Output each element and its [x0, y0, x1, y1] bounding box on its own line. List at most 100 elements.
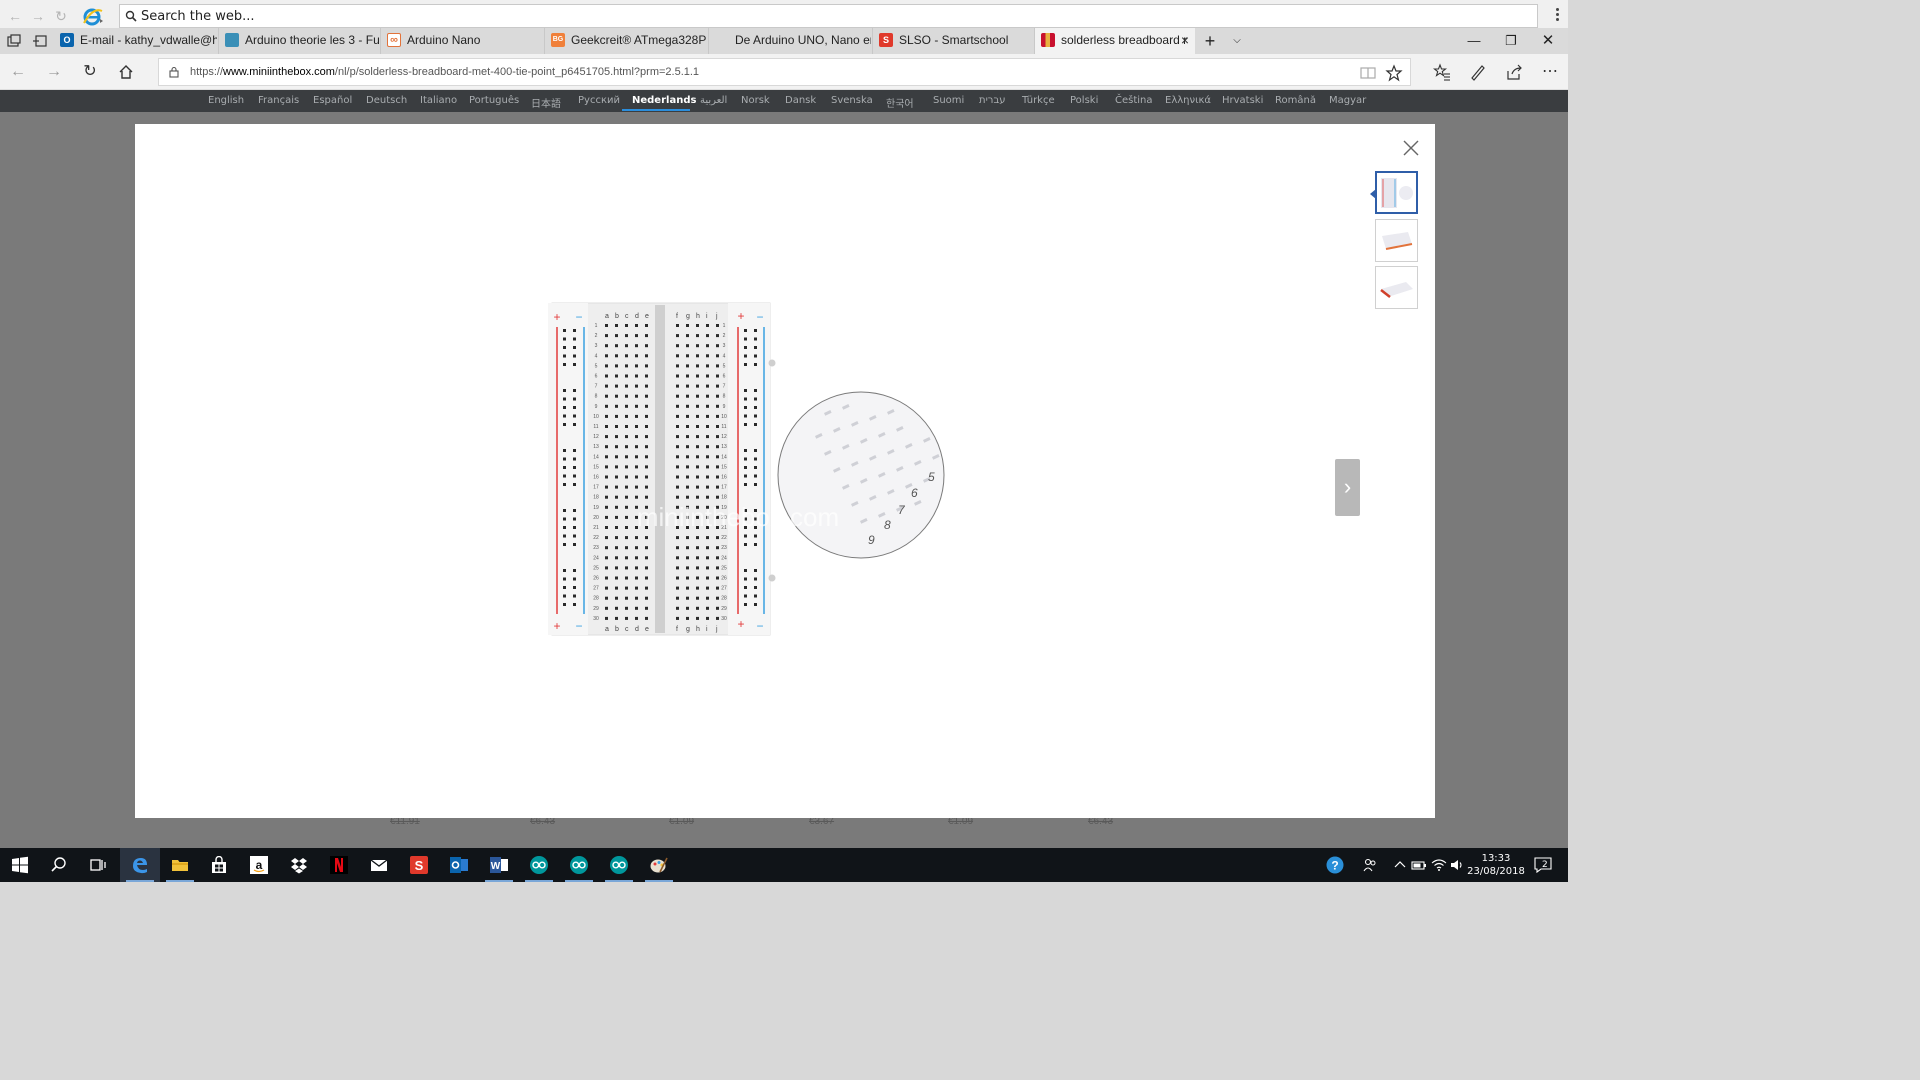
favorites-hub-icon[interactable]: [1433, 63, 1451, 81]
start-icon: [12, 856, 28, 874]
tab-preview-chevron-icon[interactable]: ⌵: [1222, 28, 1252, 54]
tray-chevron-up-icon[interactable]: [1392, 857, 1408, 873]
tab-arduino-nano[interactable]: ∞ Arduino Nano: [380, 28, 543, 54]
toolbar-forward-icon[interactable]: →: [29, 6, 47, 26]
taskbar-file-explorer[interactable]: [160, 848, 200, 882]
lang-greek[interactable]: Ελληνικά: [1165, 95, 1211, 106]
taskbar-amazon[interactable]: a: [239, 848, 279, 882]
share-icon[interactable]: [1505, 63, 1523, 81]
close-icon[interactable]: [1399, 136, 1423, 160]
lang-nederlands[interactable]: Nederlands: [632, 95, 696, 106]
wifi-icon[interactable]: [1431, 857, 1447, 873]
column-label: a: [605, 313, 609, 320]
column-label: g: [686, 313, 690, 320]
row-number: 16: [721, 475, 727, 481]
column-label: d: [635, 313, 639, 320]
taskbar-arduino-3[interactable]: [599, 848, 639, 882]
search-input[interactable]: Search the web...: [119, 4, 1538, 28]
favorite-star-icon[interactable]: [1385, 64, 1403, 82]
toolbar-back-icon[interactable]: ←: [6, 6, 24, 26]
lang-norsk[interactable]: Norsk: [741, 95, 770, 106]
reading-view-icon[interactable]: [1359, 64, 1377, 82]
minimize-icon[interactable]: —: [1456, 28, 1492, 54]
url-field[interactable]: https://www.miniinthebox.com/nl/p/solder…: [158, 58, 1411, 86]
restore-icon[interactable]: ❐: [1493, 28, 1529, 54]
lang-japanese[interactable]: 日本語: [531, 95, 561, 110]
help-icon[interactable]: ?: [1326, 856, 1344, 874]
lang-italiano[interactable]: Italiano: [420, 95, 457, 106]
lang-arabic[interactable]: العربية: [700, 95, 727, 106]
column-label: j: [715, 313, 718, 320]
arduino-icon: [610, 856, 628, 874]
lang-english[interactable]: English: [208, 95, 244, 106]
tab-geekcreit[interactable]: BG Geekcreit® ATmega328P Ar: [544, 28, 707, 54]
back-icon[interactable]: ←: [8, 62, 28, 82]
people-icon[interactable]: [1362, 857, 1378, 873]
tab-de-arduino-uno[interactable]: De Arduino UNO, Nano en: [708, 28, 871, 54]
tabs-aside-icon[interactable]: [32, 33, 48, 49]
thumbnail-breadboard-angle[interactable]: [1375, 219, 1418, 262]
taskbar-dropbox[interactable]: [279, 848, 319, 882]
tab-smartschool[interactable]: S SLSO - Smartschool: [872, 28, 1033, 54]
lang-espanol[interactable]: Español: [313, 95, 352, 106]
taskbar-arduino-2[interactable]: [559, 848, 599, 882]
thumbnail-breadboard-side[interactable]: [1375, 266, 1418, 309]
taskbar-netflix[interactable]: [319, 848, 359, 882]
miniinthebox-icon: [1041, 33, 1055, 47]
toolbar-menu-icon[interactable]: [1556, 8, 1560, 24]
lang-dansk[interactable]: Dansk: [785, 95, 816, 106]
taskbar-mail[interactable]: [359, 848, 399, 882]
row-number: 26: [721, 576, 727, 582]
taskbar-edge[interactable]: [120, 848, 160, 882]
toolbar-refresh-icon[interactable]: ↻: [52, 6, 70, 26]
web-note-icon[interactable]: [1469, 63, 1487, 81]
lang-cestina[interactable]: Čeština: [1115, 95, 1153, 106]
tab-solderless-breadboard[interactable]: solderless breadboard r ×: [1034, 28, 1195, 54]
lang-turkce[interactable]: Türkçe: [1022, 95, 1055, 106]
window-close-icon[interactable]: ✕: [1530, 28, 1566, 54]
home-icon[interactable]: [116, 62, 136, 82]
taskbar-outlook[interactable]: [439, 848, 479, 882]
lang-suomi[interactable]: Suomi: [933, 95, 964, 106]
taskbar-paint[interactable]: [639, 848, 679, 882]
lang-korean[interactable]: 한국어: [886, 95, 914, 110]
next-image-button[interactable]: ›: [1335, 459, 1360, 516]
lang-russian[interactable]: Русский: [578, 95, 620, 106]
taskbar-arduino-1[interactable]: [519, 848, 559, 882]
tab-arduino-theorie[interactable]: Arduino theorie les 3 - Func: [218, 28, 379, 54]
lang-svenska[interactable]: Svenska: [831, 95, 873, 106]
rail-plus-label: +: [737, 309, 744, 323]
lang-magyar[interactable]: Magyar: [1329, 95, 1366, 106]
zoom-row-number: 8: [884, 518, 891, 532]
lang-francais[interactable]: Français: [258, 95, 299, 106]
set-aside-tabs-icon[interactable]: [6, 33, 22, 49]
lang-romana[interactable]: Română: [1275, 95, 1316, 106]
tab-outlook[interactable]: O E-mail - kathy_vdwalle@hot: [54, 28, 217, 54]
volume-icon[interactable]: [1449, 857, 1465, 873]
lang-hebrew[interactable]: עברית: [979, 95, 1006, 106]
row-number: 3: [595, 343, 598, 349]
lang-deutsch[interactable]: Deutsch: [366, 95, 407, 106]
thumbnail-breadboard-front[interactable]: [1370, 171, 1418, 214]
system-clock[interactable]: 13:33 23/08/2018: [1466, 852, 1526, 878]
lang-polski[interactable]: Polski: [1070, 95, 1098, 106]
row-number: 16: [593, 475, 599, 481]
taskbar-word[interactable]: W: [479, 848, 519, 882]
lang-hrvatski[interactable]: Hrvatski: [1222, 95, 1263, 106]
taskbar-store[interactable]: [199, 848, 239, 882]
taskbar-search-button[interactable]: [39, 848, 79, 882]
row-number: 23: [721, 545, 727, 551]
close-tab-icon[interactable]: ×: [1181, 28, 1189, 52]
ie-logo-icon[interactable]: [82, 5, 104, 27]
taskbar-smartschool[interactable]: S: [399, 848, 439, 882]
url-text: https://www.miniinthebox.com/nl/p/solder…: [190, 66, 699, 78]
start-button[interactable]: [0, 848, 40, 882]
lang-portugues[interactable]: Português: [469, 95, 519, 106]
battery-icon[interactable]: [1411, 857, 1427, 873]
task-view-button[interactable]: [78, 848, 118, 882]
more-icon[interactable]: ⋯: [1540, 62, 1560, 82]
lock-icon[interactable]: [169, 66, 179, 78]
forward-icon[interactable]: →: [44, 62, 64, 82]
action-center-button[interactable]: 2: [1534, 856, 1554, 874]
refresh-icon[interactable]: ↻: [80, 62, 100, 82]
